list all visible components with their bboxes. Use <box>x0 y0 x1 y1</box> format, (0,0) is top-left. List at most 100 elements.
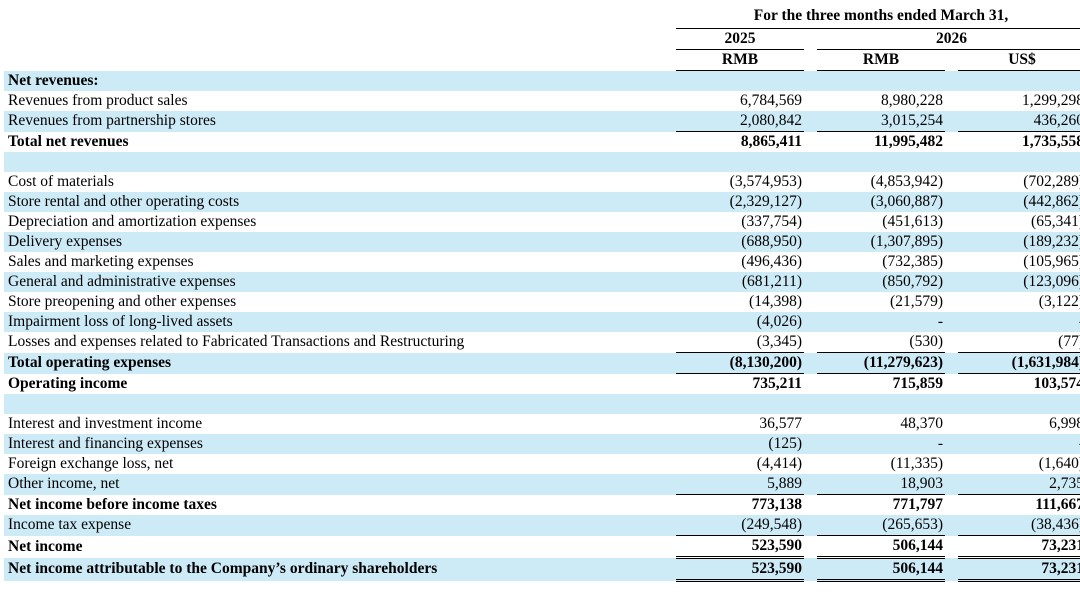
table-row: Total operating expenses (8,130,200) (11,2… <box>4 352 1080 374</box>
header-spacer <box>4 29 676 50</box>
row-label: Revenues from product sales <box>8 92 188 109</box>
value-2025-rmb: (681,211) <box>676 272 804 292</box>
table-row: Income tax expense (249,548) (265,653) (38,… <box>4 515 1080 536</box>
value-2026-usd: (189,232) <box>958 232 1080 252</box>
currency-rmb-2025: RMB <box>676 49 804 71</box>
column-gap <box>945 394 958 414</box>
column-gap <box>804 515 817 536</box>
row-label: Store rental and other operating costs <box>4 192 676 212</box>
column-gap <box>804 232 817 252</box>
row-label: Operating income <box>8 374 128 392</box>
value-2025-rmb: (688,950) <box>676 232 804 252</box>
table-row: Delivery expenses (688,950) (1,307,895) (18… <box>4 232 1080 252</box>
value-2026-rmb: (530) <box>817 332 945 353</box>
value-2026-usd: 1,299,298 <box>1022 92 1080 109</box>
value-2025-rmb: 5,889 <box>676 474 804 495</box>
value-2026-rmb: 771,797 <box>892 496 943 513</box>
table-row: Store rental and other operating costs (2… <box>4 192 1080 212</box>
column-gap <box>945 91 958 111</box>
value-2026-rmb <box>817 152 945 172</box>
column-gap <box>804 557 817 581</box>
table-row: Depreciation and amortization expenses (3… <box>4 212 1080 232</box>
column-gap <box>945 454 958 474</box>
table-row: Net income attributable to the Company’s… <box>4 557 1080 582</box>
value-2025-rmb: (3,574,953) <box>729 173 802 190</box>
column-gap <box>945 434 958 454</box>
value-2026-usd: (65,341) <box>1031 213 1080 230</box>
row-label: Losses and expenses related to Fabricate… <box>8 333 465 351</box>
value-2026-rmb <box>817 394 945 414</box>
period-header: For the three months ended March 31, <box>676 0 1080 29</box>
column-gap <box>804 352 817 374</box>
header-spacer <box>4 50 676 71</box>
value-2026-usd: (1,640) <box>1038 455 1080 472</box>
value-2026-usd: - <box>958 434 1080 454</box>
value-2025-rmb: 735,211 <box>752 375 802 392</box>
value-2026-rmb: (11,279,623) <box>817 352 945 374</box>
value-2025-rmb: 8,865,411 <box>740 133 802 150</box>
value-2026-usd: 103,574 <box>1033 375 1080 392</box>
column-gap <box>804 132 817 153</box>
column-gap <box>945 70 958 91</box>
column-gap <box>804 536 817 558</box>
column-gap <box>945 232 958 252</box>
value-2025-rmb: 36,577 <box>759 415 802 432</box>
value-2025-rmb: 2,080,842 <box>676 111 804 132</box>
table-row: Interest and financing expenses(125)-- <box>4 434 1080 454</box>
value-2025-rmb: (8,130,200) <box>676 352 804 374</box>
value-2025-rmb <box>676 394 804 414</box>
row-label: Delivery expenses <box>4 232 676 252</box>
row-label: Total operating expenses <box>4 352 676 374</box>
value-2026-rmb: (3,060,887) <box>817 192 945 212</box>
column-gap <box>804 212 817 232</box>
table-row: Net income before income taxes 773,138 771… <box>4 495 1080 516</box>
column-gap <box>945 332 958 353</box>
table-row: Net revenues: <box>4 70 1080 91</box>
value-2026-usd: 73,231 <box>958 557 1080 582</box>
currency-rmb-2026: RMB <box>817 49 945 71</box>
row-label: Total net revenues <box>8 132 129 150</box>
column-gap <box>804 70 817 91</box>
table-row: Other income, net5,889 18,903 2,735 <box>4 474 1080 495</box>
value-2025-rmb: (249,548) <box>676 515 804 536</box>
spacer-row <box>4 152 1080 172</box>
value-2026-usd: 2,735 <box>958 474 1080 495</box>
row-label: Cost of materials <box>8 173 114 190</box>
table-row: Revenues from product sales 6,784,569 8,98… <box>4 91 1080 111</box>
value-2026-usd: (105,965) <box>1023 253 1080 270</box>
value-2026-rmb: 506,144 <box>817 557 945 582</box>
row-label: Net income before income taxes <box>8 495 217 513</box>
table-row: Interest and investment income 36,577 48,3… <box>4 414 1080 434</box>
value-2025-rmb <box>676 70 804 91</box>
table-row: Net income 523,590 506,144 73,231 <box>4 535 1080 559</box>
value-2026-rmb: (21,579) <box>890 293 943 310</box>
row-label: Revenues from partnership stores <box>4 111 676 132</box>
value-2025-rmb: 523,590 <box>676 535 804 559</box>
column-gap <box>804 292 817 312</box>
column-gap <box>804 454 817 474</box>
column-gap <box>804 91 817 111</box>
column-gap <box>804 152 817 172</box>
value-2026-rmb: 715,859 <box>892 375 943 392</box>
column-gap <box>945 495 958 516</box>
currency-usd: US$ <box>958 49 1080 71</box>
value-2026-usd: (38,436) <box>958 515 1080 536</box>
value-2026-rmb: - <box>817 434 945 454</box>
value-2026-rmb: - <box>817 312 945 332</box>
value-2025-rmb: (337,754) <box>741 213 802 230</box>
income-statement-table: For the three months ended March 31, 202… <box>4 0 1080 582</box>
value-2026-rmb <box>817 70 945 91</box>
value-2026-usd: (1,631,984) <box>958 352 1080 374</box>
table-row: General and administrative expenses (681,… <box>4 272 1080 292</box>
column-gap <box>945 374 958 395</box>
value-2026-rmb: (4,853,942) <box>870 173 943 190</box>
table-row: Revenues from partnership stores 2,080,84… <box>4 111 1080 132</box>
column-gap <box>945 172 958 192</box>
column-gap <box>945 414 958 434</box>
value-2026-rmb: (265,653) <box>817 515 945 536</box>
column-gap <box>804 495 817 516</box>
income-statement: For the three months ended March 31, 202… <box>0 0 1080 610</box>
column-gap <box>804 111 817 132</box>
column-gap <box>804 374 817 395</box>
value-2026-rmb: 48,370 <box>900 415 943 432</box>
